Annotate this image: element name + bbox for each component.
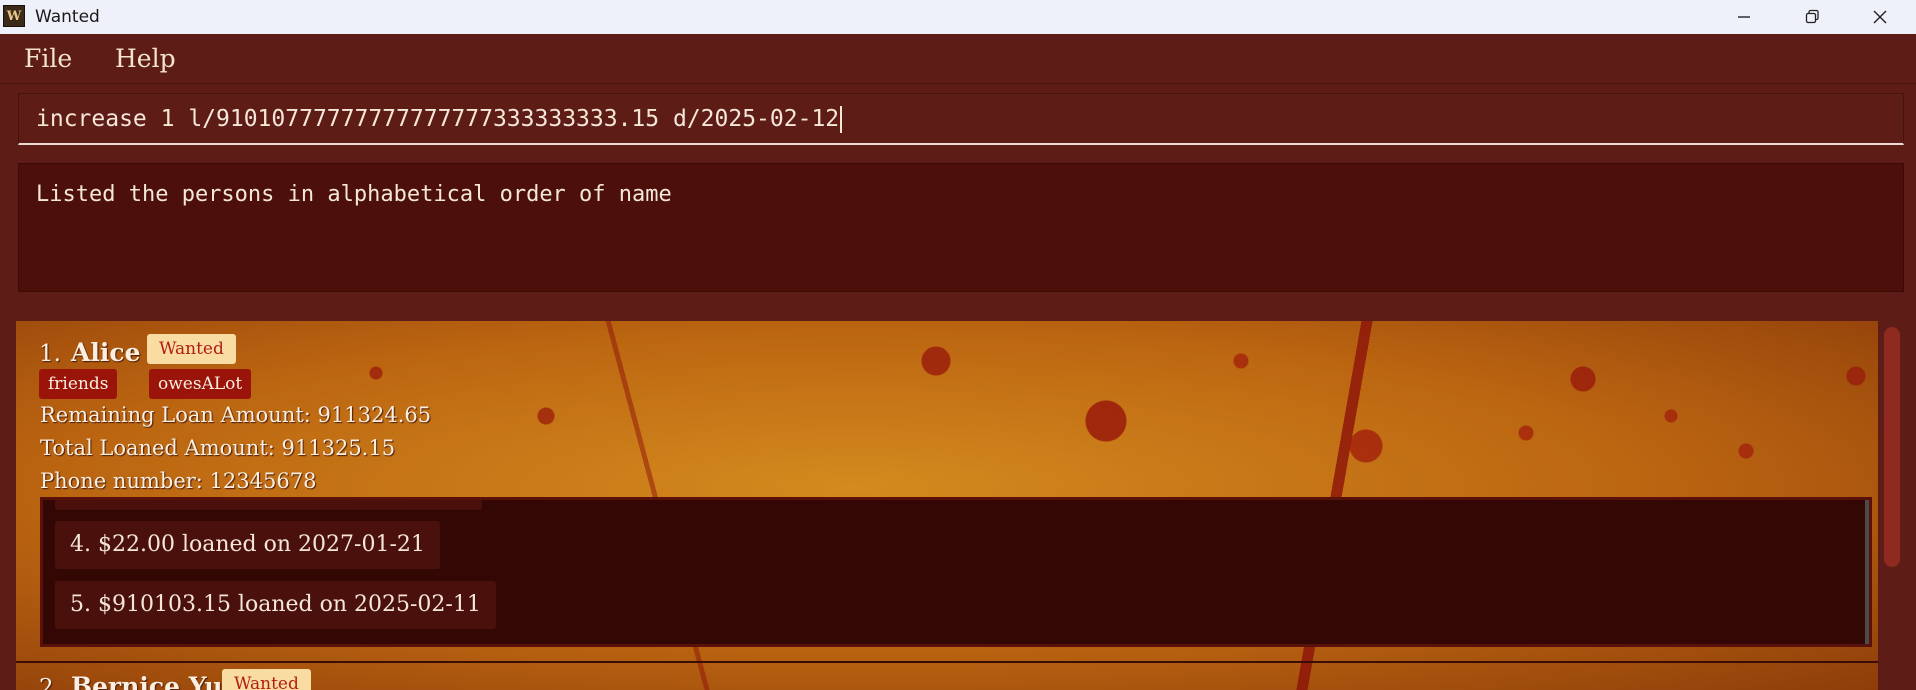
- list-scrollbar-thumb[interactable]: [1884, 327, 1900, 567]
- wanted-badge: Wanted: [147, 334, 236, 364]
- person-name: Alice: [71, 338, 141, 367]
- person-list[interactable]: 1. Alice Wanted friends owesALot Remaini…: [16, 321, 1878, 690]
- minimize-button[interactable]: [1710, 0, 1778, 34]
- result-display[interactable]: Listed the persons in alphabetical order…: [18, 163, 1904, 292]
- command-box[interactable]: increase 1 l/910107777777777777773333333…: [18, 93, 1904, 145]
- loan-entry-partial: [55, 500, 482, 510]
- loan-scrollbar-thumb[interactable]: [1869, 587, 1872, 639]
- command-input-value: increase 1 l/910107777777777777773333333…: [36, 106, 840, 132]
- card-divider: [16, 661, 1878, 663]
- restore-button[interactable]: [1778, 0, 1846, 34]
- total-loaned-amount: Total Loaned Amount: 911325.15: [40, 436, 396, 460]
- text-caret: [840, 106, 843, 133]
- tag-label: friends: [39, 369, 118, 399]
- remaining-loan-amount: Remaining Loan Amount: 911324.65: [40, 403, 432, 427]
- menu-file[interactable]: File: [24, 44, 72, 73]
- menu-bar: File Help: [0, 34, 1916, 84]
- close-button[interactable]: [1846, 0, 1914, 34]
- person-index: 1.: [39, 341, 61, 367]
- loan-entry: 4. $22.00 loaned on 2027-01-21: [55, 521, 440, 569]
- loan-history-list[interactable]: 4. $22.00 loaned on 2027-01-21 5. $91010…: [40, 497, 1872, 647]
- person-name: Bernice Yu: [71, 672, 223, 690]
- menu-help[interactable]: Help: [115, 44, 176, 73]
- result-message: Listed the persons in alphabetical order…: [36, 182, 672, 207]
- close-icon: [1873, 10, 1887, 24]
- window-title: Wanted: [35, 7, 100, 27]
- person-list-panel: 1. Alice Wanted friends owesALot Remaini…: [0, 305, 1916, 690]
- tag-label: owesALot: [149, 369, 252, 399]
- restore-icon: [1805, 9, 1819, 24]
- command-input[interactable]: increase 1 l/910107777777777777773333333…: [36, 106, 843, 133]
- result-display-panel: Listed the persons in alphabetical order…: [0, 155, 1916, 305]
- app-logo-icon: W: [3, 5, 25, 27]
- window-title-bar: W Wanted: [0, 0, 1916, 34]
- loan-entry: 5. $910103.15 loaned on 2025-02-11: [55, 581, 496, 629]
- minimize-icon: [1738, 16, 1750, 18]
- phone-number: Phone number: 12345678: [40, 469, 317, 493]
- person-index: 2.: [39, 675, 61, 690]
- wanted-badge: Wanted: [222, 669, 311, 690]
